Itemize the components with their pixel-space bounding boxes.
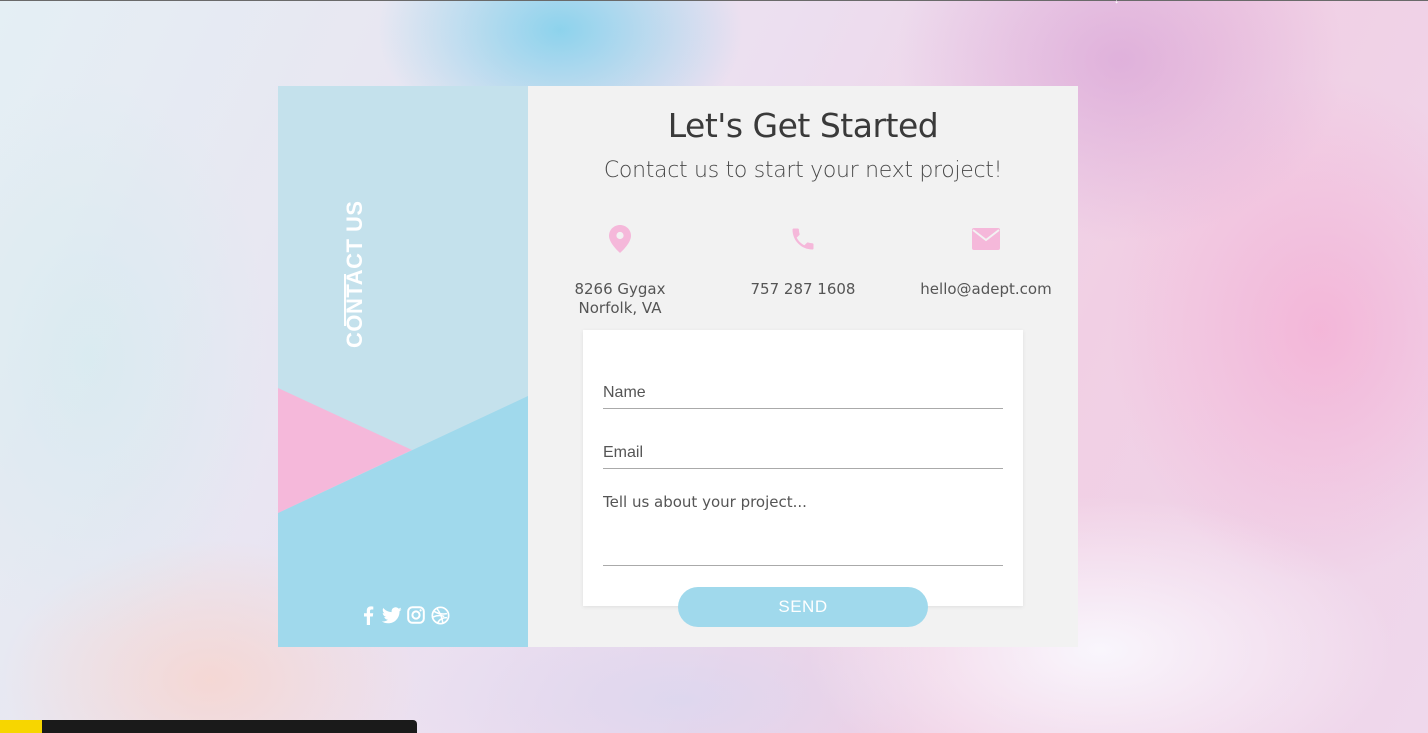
contact-form <box>583 330 1023 606</box>
bottom-toolbar <box>0 720 417 733</box>
facebook-icon[interactable] <box>358 604 378 626</box>
vertical-divider <box>344 274 346 326</box>
send-button[interactable]: SEND <box>678 587 928 627</box>
address-block: 8266 Gygax Norfolk, VA <box>540 222 700 318</box>
social-links <box>358 604 450 626</box>
decorative-triangles <box>278 388 528 647</box>
top-border <box>0 0 1428 1</box>
email-field[interactable] <box>603 438 1003 469</box>
contact-card: CONTACT US Let's Get Started Contact us … <box>278 86 1078 647</box>
contact-sidebar: CONTACT US <box>278 86 528 647</box>
map-pin-icon <box>540 222 700 256</box>
toolbar-chip <box>0 720 42 733</box>
name-field[interactable] <box>603 378 1003 409</box>
twitter-icon[interactable] <box>382 604 402 626</box>
scroll-arrow-icon: ↓ <box>1114 0 1119 6</box>
instagram-icon[interactable] <box>406 604 426 626</box>
contact-main: Let's Get Started Contact us to start yo… <box>528 86 1078 647</box>
phone-number: 757 287 1608 <box>750 280 856 298</box>
email-address[interactable]: hello@adept.com <box>906 280 1066 299</box>
address-line1: 8266 Gygax <box>574 280 666 298</box>
phone-block: 757 287 1608 <box>723 222 883 299</box>
envelope-icon <box>906 222 1066 256</box>
dribbble-icon[interactable] <box>430 604 450 626</box>
email-block: hello@adept.com <box>906 222 1066 299</box>
message-field[interactable] <box>603 490 1003 566</box>
page-subtitle: Contact us to start your next project! <box>603 158 1003 183</box>
address-line2: Norfolk, VA <box>578 299 662 317</box>
phone-icon <box>723 222 883 256</box>
page-title: Let's Get Started <box>667 106 939 145</box>
